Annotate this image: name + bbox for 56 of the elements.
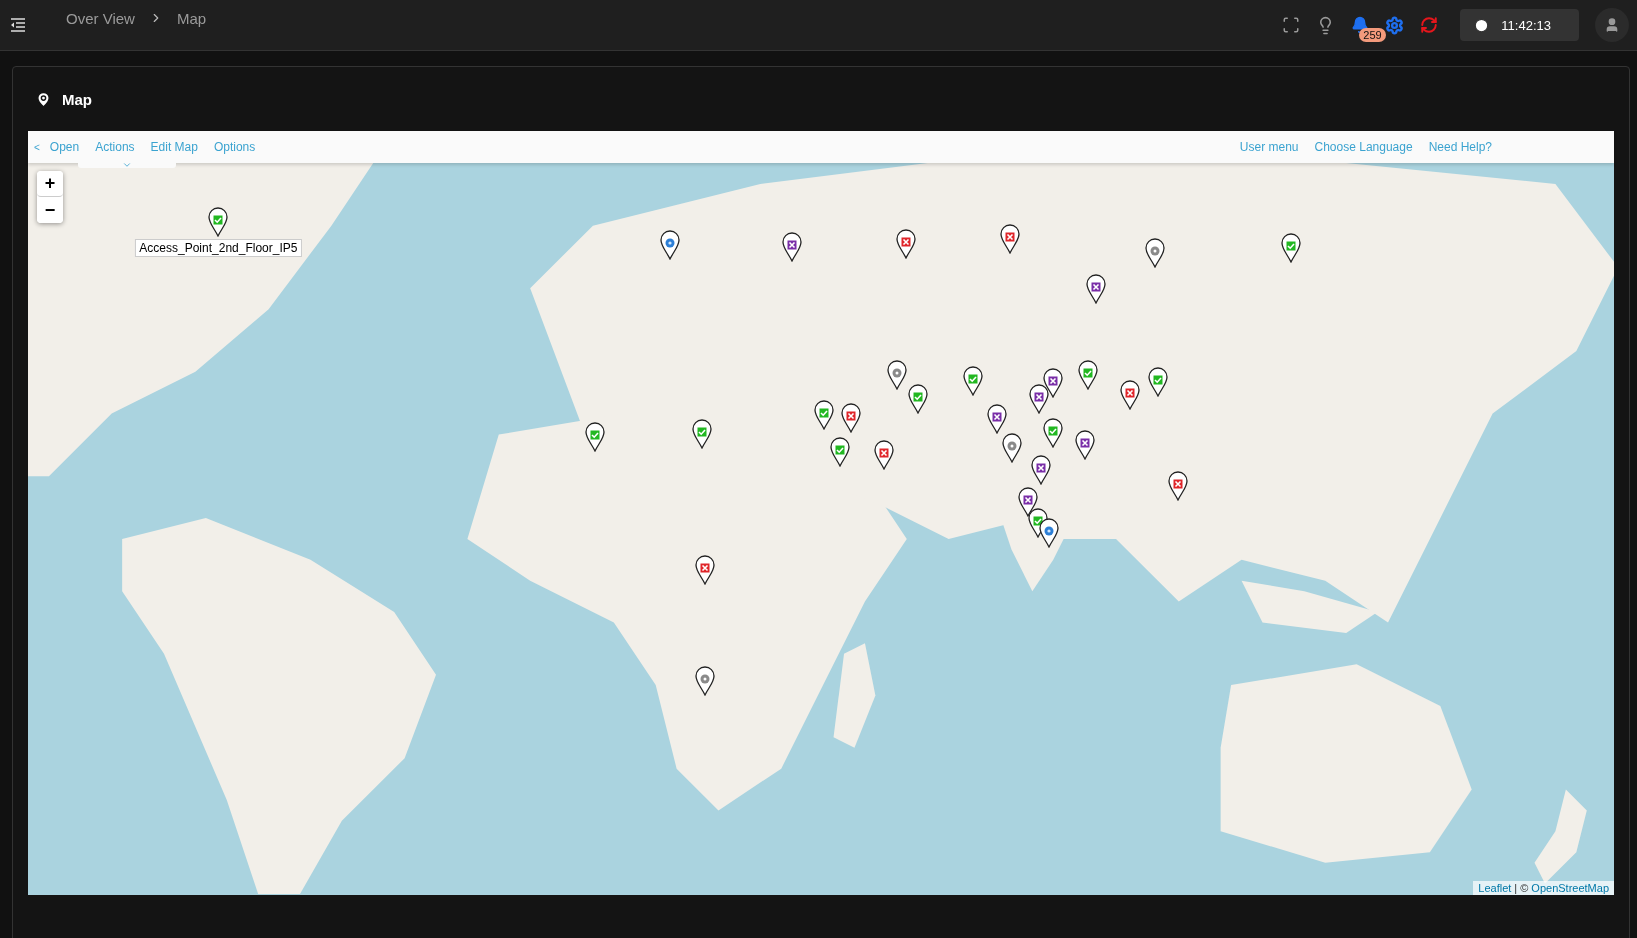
clock-time: 11:42:13 xyxy=(1501,17,1551,33)
map-marker[interactable] xyxy=(986,404,1007,435)
menu-link[interactable]: Edit Map xyxy=(150,140,198,154)
breadcrumb-link[interactable]: Over View xyxy=(66,9,135,27)
back-link[interactable]: < xyxy=(34,141,40,153)
menu-link[interactable]: Choose Language xyxy=(1314,140,1413,154)
user-avatar[interactable] xyxy=(1595,8,1629,42)
map-marker[interactable] xyxy=(1028,383,1049,414)
menu-link[interactable]: Options xyxy=(213,140,256,154)
map-marker[interactable] xyxy=(814,400,835,431)
refresh-icon[interactable] xyxy=(1420,16,1439,34)
map-marker[interactable] xyxy=(895,229,916,260)
map-marker[interactable] xyxy=(1030,454,1051,485)
map-marker[interactable] xyxy=(908,383,929,414)
map-marker[interactable] xyxy=(887,359,908,390)
map-marker[interactable] xyxy=(781,232,802,263)
attribution-text: | © xyxy=(1514,882,1529,894)
breadcrumb-link[interactable]: Map xyxy=(176,9,207,27)
menu-icon[interactable] xyxy=(10,18,26,32)
map-marker[interactable] xyxy=(829,436,850,467)
map-marker[interactable] xyxy=(691,419,712,450)
marker-tooltip: Access_Point_2nd_Floor_IP5 xyxy=(135,239,302,258)
attribution-link[interactable]: Leaflet xyxy=(1478,882,1512,894)
zoom-in-button[interactable]: + xyxy=(37,171,63,197)
map-marker[interactable] xyxy=(1119,380,1140,411)
notification-count: 259 xyxy=(1359,28,1386,42)
menu-link[interactable]: Actions xyxy=(95,140,135,154)
map-marker[interactable] xyxy=(585,422,605,453)
map-pin-icon xyxy=(35,90,52,108)
map-marker[interactable] xyxy=(1086,273,1107,304)
attribution-link[interactable]: OpenStreetMap xyxy=(1531,882,1609,894)
map-marker[interactable] xyxy=(873,440,894,470)
map-marker[interactable] xyxy=(1167,471,1188,502)
chevron-down-icon xyxy=(122,160,132,170)
map-marker[interactable] xyxy=(962,365,983,396)
zoom-out-button[interactable]: − xyxy=(37,197,63,223)
map-marker[interactable] xyxy=(1002,432,1023,463)
map-marker[interactable] xyxy=(1074,429,1095,460)
menu-link[interactable]: Need Help? xyxy=(1428,140,1492,154)
settings-icon[interactable] xyxy=(1385,15,1405,35)
map-marker[interactable] xyxy=(1043,418,1064,449)
menu-link[interactable]: User menu xyxy=(1239,140,1299,154)
map-marker[interactable] xyxy=(1144,238,1165,269)
map-marker[interactable] xyxy=(1147,366,1168,397)
map-marker[interactable] xyxy=(841,403,862,434)
menu-link[interactable]: Open xyxy=(49,140,80,154)
panel-title: Map xyxy=(62,90,92,108)
map-marker[interactable] xyxy=(1039,518,1060,549)
map-marker[interactable] xyxy=(694,554,715,585)
map-marker[interactable] xyxy=(208,207,229,238)
map-marker[interactable] xyxy=(1000,223,1021,254)
fullscreen-icon[interactable] xyxy=(1282,16,1301,34)
map-marker[interactable] xyxy=(660,230,681,261)
map-marker[interactable] xyxy=(1280,233,1301,264)
map-marker[interactable] xyxy=(694,665,715,696)
map-marker[interactable] xyxy=(1077,359,1098,390)
